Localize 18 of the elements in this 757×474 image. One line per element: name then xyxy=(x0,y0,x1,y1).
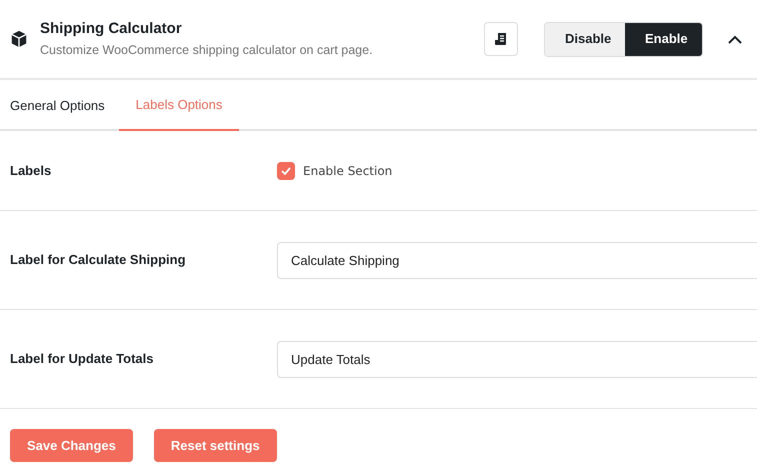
check-icon xyxy=(281,166,291,174)
checkbox[interactable] xyxy=(277,162,295,180)
checkbox-label: Enable Section xyxy=(303,162,392,180)
chevron-icon xyxy=(728,34,742,44)
toggle-button[interactable]: Disable xyxy=(545,22,625,56)
document-icon xyxy=(494,32,508,46)
cube-icon xyxy=(10,30,28,48)
row-label: Label for Update Totals xyxy=(9,350,154,368)
text-field[interactable]: Calculate Shipping xyxy=(277,242,757,278)
row-label: Label for Calculate Shipping xyxy=(9,251,187,270)
enable-checkbox[interactable]: Enable Section xyxy=(277,162,392,180)
document-button[interactable] xyxy=(484,22,518,56)
section-title: Shipping Calculator xyxy=(40,19,183,40)
tab[interactable]: General Options xyxy=(0,80,115,131)
row-label: Labels xyxy=(9,162,52,180)
text-field[interactable]: Update Totals xyxy=(277,340,757,378)
section-subtitle: Customize WooCommerce shipping calculator on cart page. xyxy=(40,42,373,59)
toggle-button[interactable]: Enable xyxy=(625,22,702,56)
